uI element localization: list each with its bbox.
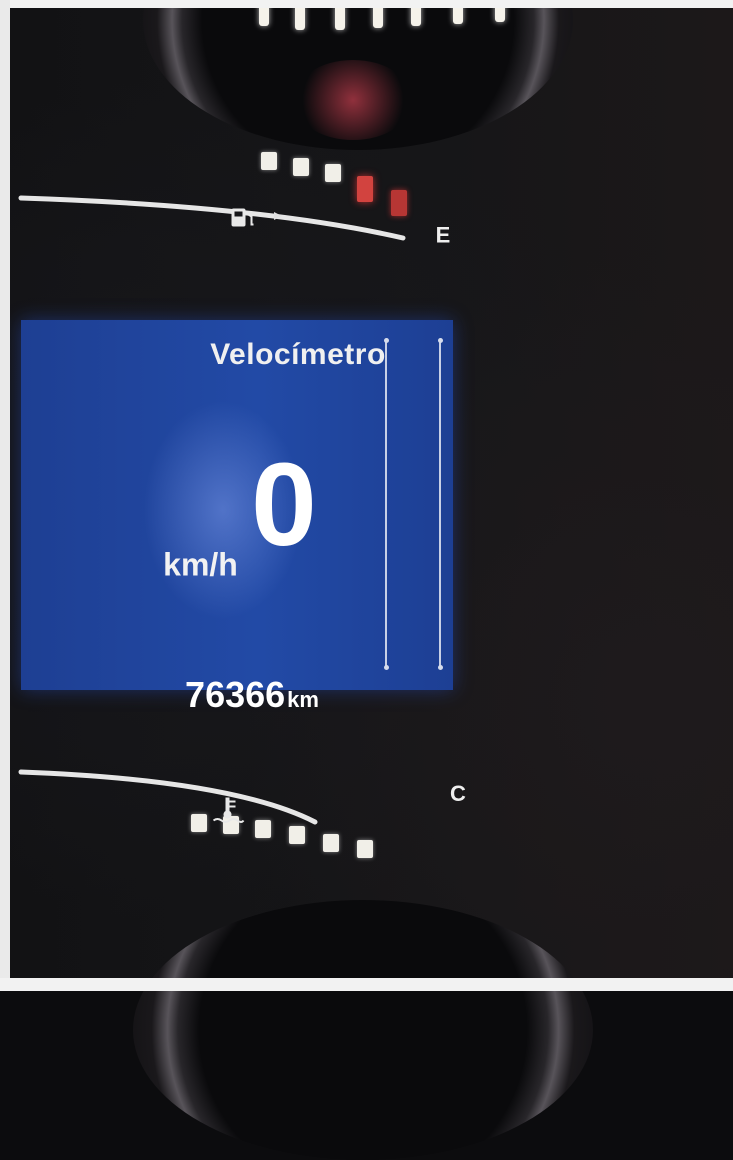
scan-border bbox=[0, 0, 733, 8]
coolant-temperature-icon bbox=[211, 796, 245, 831]
temperature-segment bbox=[191, 814, 207, 832]
fuel-segment-low bbox=[357, 176, 373, 202]
scan-border bbox=[0, 978, 733, 991]
temperature-segment bbox=[255, 820, 271, 838]
divider-endpoint bbox=[384, 338, 389, 343]
odometer-unit: km bbox=[287, 687, 319, 712]
divider-endpoint bbox=[384, 665, 389, 670]
scan-border bbox=[0, 0, 10, 991]
fuel-segment bbox=[293, 158, 309, 176]
temperature-segment bbox=[357, 840, 373, 858]
odometer-value: 76366 bbox=[185, 674, 286, 715]
fuel-segment bbox=[325, 164, 341, 182]
temperature-segment bbox=[289, 826, 305, 844]
temperature-cold-label: C bbox=[450, 780, 466, 806]
divider-endpoint bbox=[438, 665, 443, 670]
instrument-cluster: E C Velocímetro 0 km/h 76366km bbox=[0, 0, 733, 1160]
speed-unit: km/h bbox=[163, 546, 238, 583]
info-display: Velocímetro 0 km/h 76366km bbox=[21, 320, 453, 715]
fuel-side-arrow-icon bbox=[267, 210, 285, 222]
display-title: Velocímetro bbox=[210, 338, 386, 371]
odometer-readout: 76366km bbox=[67, 674, 437, 716]
fuel-segment-low bbox=[391, 190, 407, 216]
temperature-segment bbox=[323, 834, 339, 852]
fuel-empty-label: E bbox=[435, 222, 451, 248]
fuel-pump-icon bbox=[228, 203, 258, 236]
fuel-segment bbox=[261, 152, 277, 170]
